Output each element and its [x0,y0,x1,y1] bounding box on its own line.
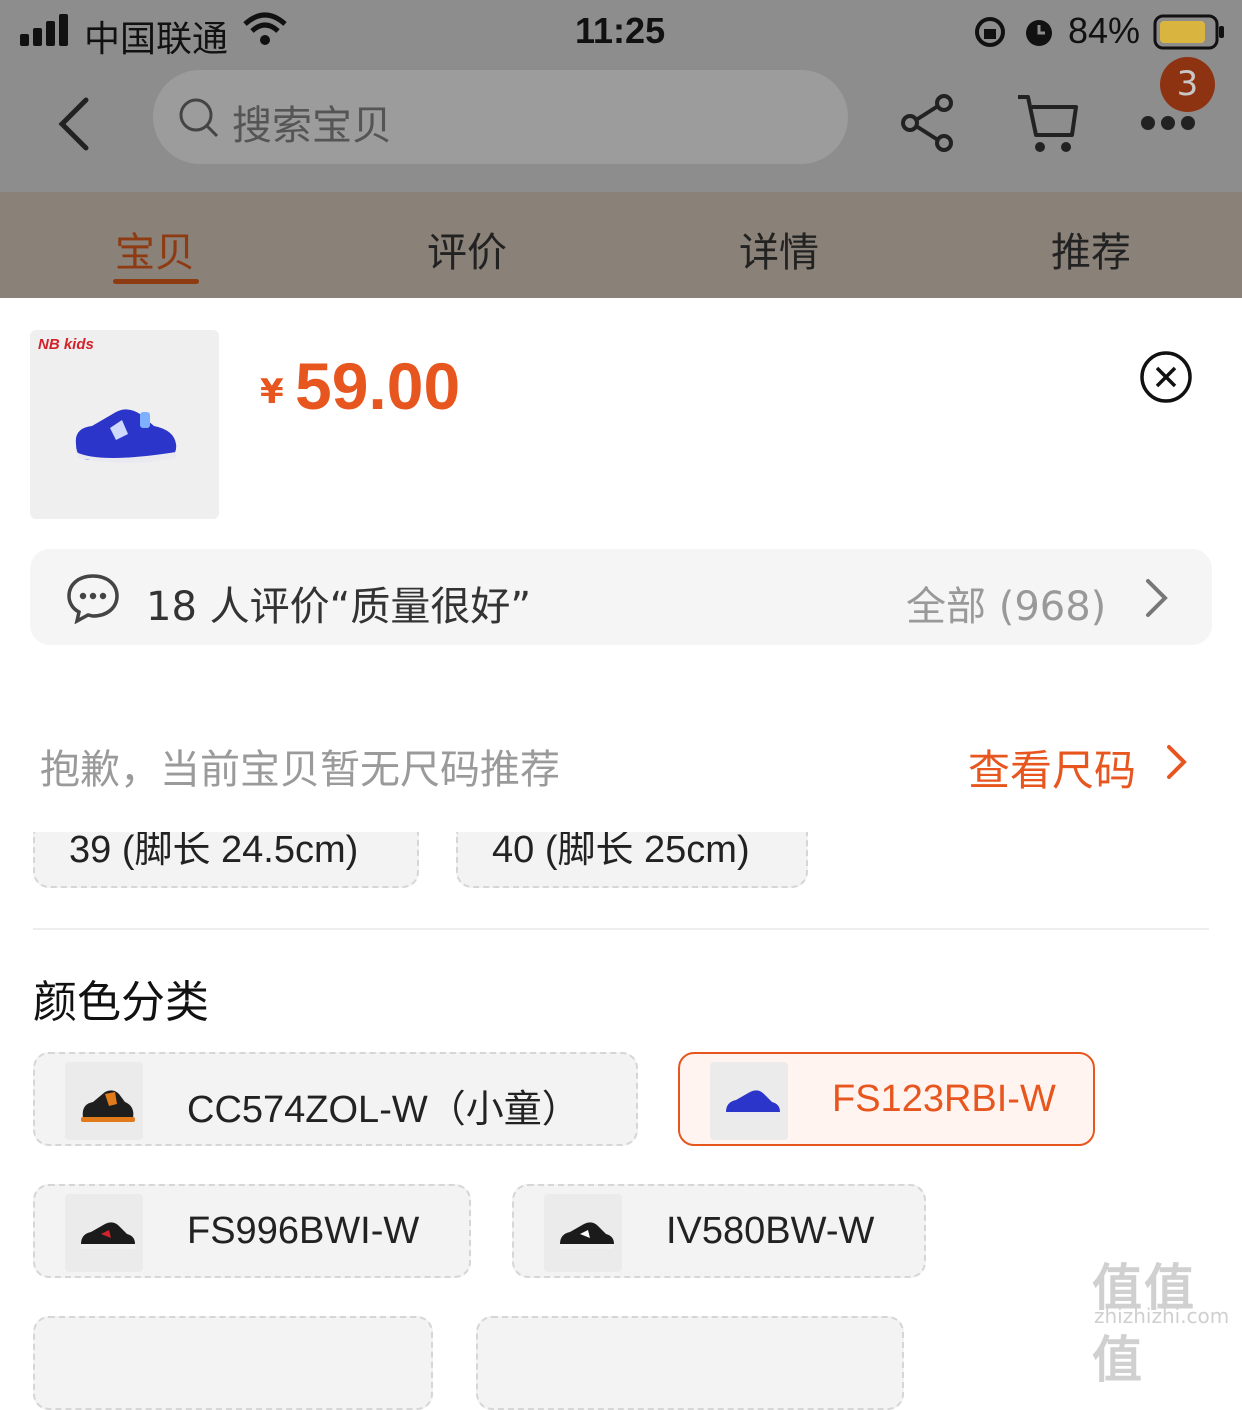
share-icon[interactable] [900,93,956,153]
tab-details[interactable]: 详情 [739,220,819,278]
status-bar: 中国联通 11:25 84% [0,0,1242,62]
color-option-label: FS996BWI-W [187,1210,420,1252]
active-tab-indicator [113,279,199,284]
chat-bubble-icon [67,574,119,624]
shoe-image [75,409,177,463]
color-option-selected[interactable]: FS123RBI-W [678,1052,1095,1146]
color-section-title: 颜色分类 [33,977,209,1028]
product-thumbnail[interactable]: NB kids [30,330,219,519]
color-option-image [710,1062,788,1140]
tab-reviews[interactable]: 评价 [427,220,507,278]
cart-icon[interactable] [1016,93,1080,155]
wifi-icon [243,12,287,45]
review-summary-text: 18 人评价“质量很好” [146,584,532,630]
price-value: 59.00 [295,349,461,423]
color-option-image [544,1194,622,1272]
rotation-lock-icon [975,17,1005,47]
tab-product[interactable]: 宝贝 [115,220,195,278]
color-option-label: FS123RBI-W [832,1078,1056,1120]
color-option[interactable] [33,1316,433,1410]
shoe-thumbnail [560,1222,614,1249]
battery-percent: 84% [1068,10,1141,51]
size-recommendation-hint: 抱歉，当前宝贝暂无尺码推荐 [40,747,560,793]
chevron-right-icon [1146,579,1168,617]
color-option[interactable]: IV580BW-W [512,1184,926,1278]
alarm-icon [1026,20,1052,46]
size-option[interactable]: 39 (脚长 24.5cm) [33,832,419,888]
size-option[interactable]: 40 (脚长 25cm) [456,832,808,888]
color-option[interactable] [476,1316,904,1410]
size-option-label: 39 (脚长 24.5cm) [69,832,359,871]
review-all-link[interactable]: 全部 (968) [906,574,1106,632]
color-option[interactable]: FS996BWI-W [33,1184,471,1278]
color-option-label: CC574ZOL-W（小童） [187,1089,580,1131]
back-icon[interactable] [56,96,92,152]
search-placeholder: 搜索宝贝 [232,103,392,149]
close-icon[interactable] [1139,350,1193,404]
chevron-right-icon [1167,745,1187,779]
search-icon [179,98,219,138]
view-size-chart-link[interactable]: 查看尺码 [968,737,1136,798]
color-option[interactable]: CC574ZOL-W（小童） [33,1052,638,1146]
color-option-label: IV580BW-W [666,1210,875,1252]
clock: 11:25 [575,10,666,51]
watermark-url: zhizhizhi.com [1094,1304,1230,1328]
shoe-thumbnail [81,1222,135,1249]
price-currency: ¥ [260,372,284,412]
more-icon[interactable] [1140,114,1196,132]
shoe-thumbnail [81,1090,135,1122]
color-option-image [65,1194,143,1272]
tab-recommend[interactable]: 推荐 [1051,220,1131,278]
color-option-image [65,1062,143,1140]
cart-badge: 3 [1160,57,1215,112]
section-divider [33,928,1209,930]
shoe-thumbnail [726,1090,780,1117]
size-option-label: 40 (脚长 25cm) [492,832,750,871]
brand-logo: NB kids [38,336,94,353]
battery-icon [1153,14,1224,50]
carrier-label: 中国联通 [84,19,229,60]
signal-icon [20,14,68,46]
